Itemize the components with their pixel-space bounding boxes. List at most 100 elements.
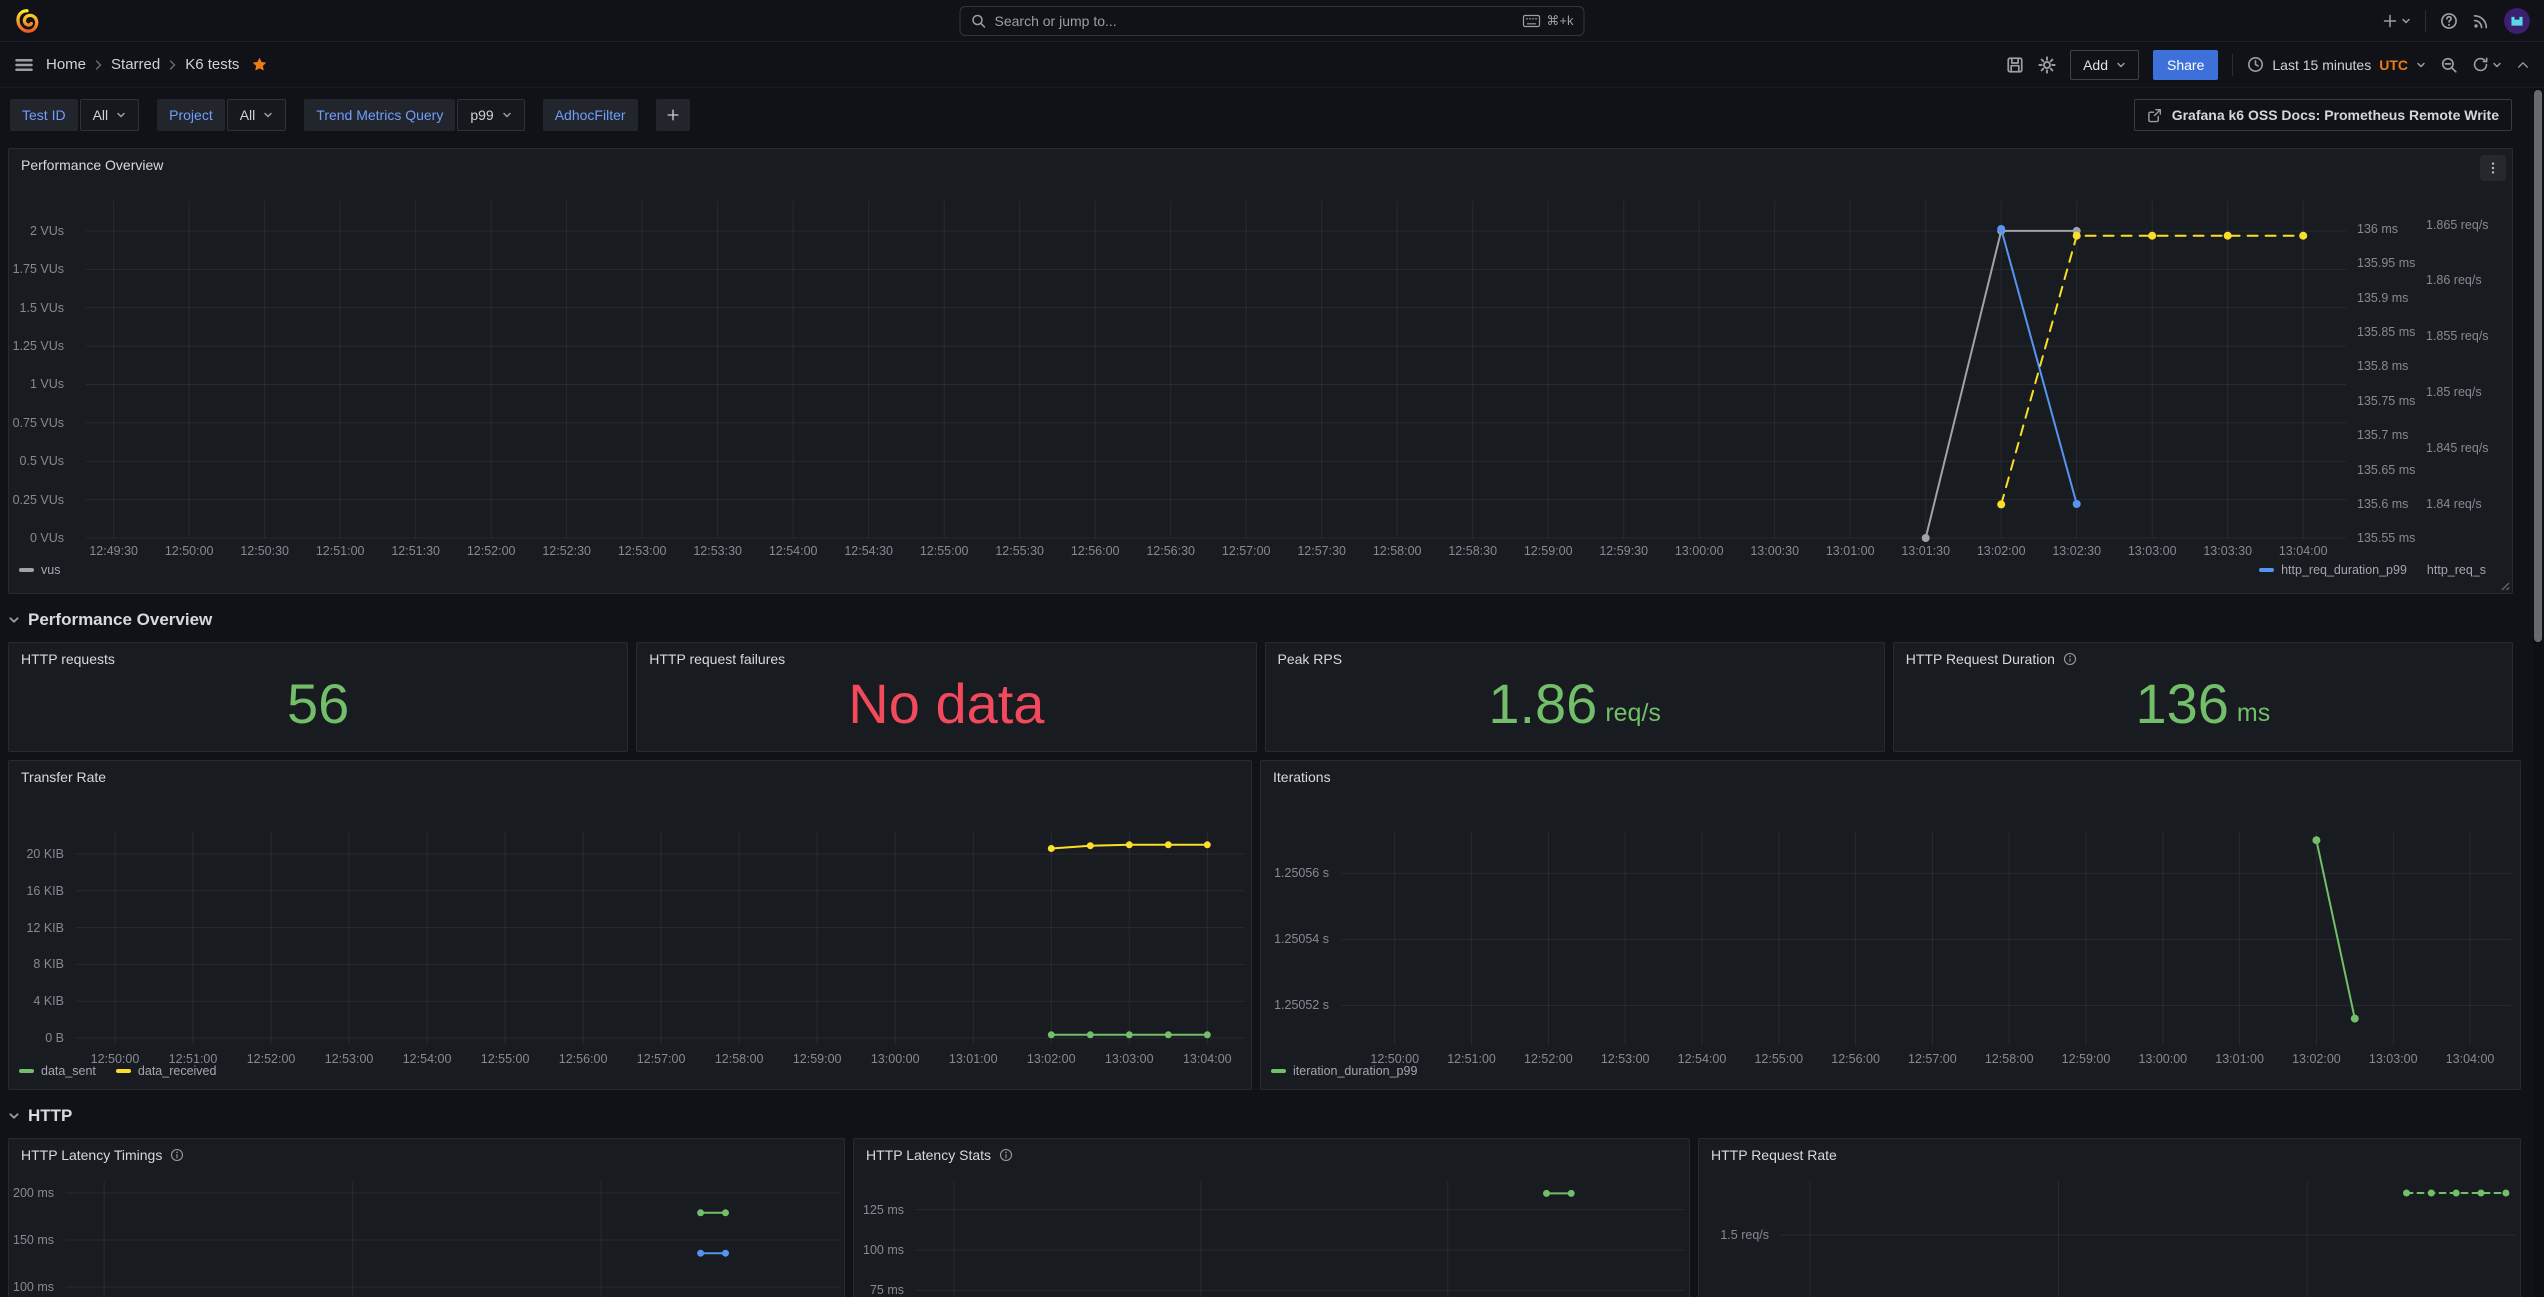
plus-icon [2382, 13, 2398, 29]
dashboard-settings-gear-icon[interactable] [2038, 56, 2056, 74]
panel-title[interactable]: Iterations [1273, 769, 1331, 785]
axis-tick-label: 135.7 ms [2357, 427, 2408, 443]
section-row-http[interactable]: HTTP [8, 1106, 2513, 1126]
collapse-toolbar-icon[interactable] [2516, 58, 2530, 72]
grafana-logo-icon[interactable] [14, 8, 40, 34]
news-icon[interactable] [2472, 12, 2490, 30]
new-menu-button[interactable] [2382, 13, 2411, 29]
filter-group: AdhocFilter [543, 99, 638, 131]
axis-tick-label: 1.5 VUs [20, 300, 64, 316]
breadcrumb-item[interactable]: K6 tests [185, 56, 239, 73]
breadcrumb-separator-icon [94, 59, 103, 71]
axis-tick-label: 135.8 ms [2357, 358, 2408, 374]
plus-icon [666, 108, 680, 122]
panel-title[interactable]: HTTP Latency Stats [866, 1147, 1013, 1163]
axis-tick-label: 12:52:30 [531, 543, 603, 559]
axis-tick-label: 13:03:30 [2192, 543, 2264, 559]
filter-group: ProjectAll [157, 99, 286, 131]
legend-item[interactable]: http_req_duration_p99 [2259, 563, 2407, 577]
favorite-star-icon[interactable] [251, 56, 268, 73]
breadcrumb-item[interactable]: Home [46, 56, 86, 73]
axis-tick-label: 16 KIB [26, 883, 64, 899]
page-scrollbar [2533, 88, 2544, 1297]
panel-title[interactable]: HTTP Latency Timings [21, 1147, 184, 1163]
axis-tick-label: 2 VUs [30, 223, 64, 239]
axis-tick-label: 75 ms [870, 1282, 904, 1297]
time-series-plot[interactable]: 0 VUs0.25 VUs0.5 VUs0.75 VUs1 VUs1.25 VU… [9, 149, 2512, 593]
axis-tick-label: 13:04:00 [2267, 543, 2339, 559]
time-range-picker[interactable]: Last 15 minutes UTC [2247, 56, 2426, 73]
breadcrumb: Home Starred K6 tests [46, 56, 239, 73]
chevron-down-icon [2116, 60, 2126, 70]
save-dashboard-icon[interactable] [2006, 56, 2024, 74]
charts-row: HTTP Latency Timings 200 ms150 ms100 ms … [8, 1138, 2513, 1297]
chart-canvas [9, 761, 1251, 1089]
axis-tick-label: 136 ms [2357, 221, 2398, 237]
chevron-down-icon [8, 614, 20, 626]
axis-tick-label: 12:58:00 [1361, 543, 1433, 559]
stat-value: No data [637, 643, 1255, 751]
legend-swatch [2259, 568, 2274, 572]
chevron-down-icon [2416, 60, 2426, 70]
filter-group: Trend Metrics Queryp99 [304, 99, 524, 131]
filter-value-dropdown[interactable]: p99 [457, 99, 524, 131]
chevron-down-icon [263, 110, 273, 120]
axis-tick-label: 8 KIB [33, 956, 64, 972]
axis-tick-label: 12:54:00 [757, 543, 829, 559]
axis-tick-label: 13:01:30 [1890, 543, 1962, 559]
axis-tick-label: 0.25 VUs [13, 492, 64, 508]
panel-iterations: Iterations 1.25052 s1.25054 s1.25056 s12… [1260, 760, 2521, 1090]
add-filter-button[interactable] [656, 99, 690, 131]
top-nav: Search or jump to... ⌘+k [0, 0, 2544, 42]
scrollbar-thumb[interactable] [2534, 90, 2542, 642]
chevron-down-icon [2401, 16, 2411, 26]
avatar[interactable] [2504, 8, 2530, 34]
filter-label[interactable]: Trend Metrics Query [304, 99, 455, 131]
menu-hamburger-icon[interactable] [14, 55, 34, 75]
panel-title[interactable]: Transfer Rate [21, 769, 106, 785]
kebab-icon [2486, 161, 2500, 175]
axis-tick-label: 12 KIB [26, 920, 64, 936]
refresh-button[interactable] [2472, 56, 2502, 73]
breadcrumb-item[interactable]: Starred [111, 56, 160, 73]
axis-tick-label: 12:59:30 [1588, 543, 1660, 559]
filter-value-dropdown[interactable]: All [80, 99, 140, 131]
docs-link-button[interactable]: Grafana k6 OSS Docs: Prometheus Remote W… [2134, 99, 2512, 131]
stat-value: 1.86req/s [1266, 643, 1884, 751]
dashboard-canvas: Performance Overview 0 VUs0.25 VUs0.5 VU… [0, 142, 2544, 1297]
filter-label[interactable]: Project [157, 99, 225, 131]
panel-http-request-rate: HTTP Request Rate 1.5 req/s [1698, 1138, 2521, 1297]
axis-tick-label: 1.85 req/s [2426, 384, 2482, 400]
legend-item[interactable]: vus [19, 563, 60, 577]
axis-tick-label: 0.5 VUs [20, 453, 64, 469]
filter-label[interactable]: Test ID [10, 99, 78, 131]
chart-legend: vus http_req_duration_p99 http_req_s [19, 563, 2486, 577]
panel-resize-handle[interactable] [2498, 579, 2510, 591]
grafana-dashboard: Search or jump to... ⌘+k [0, 0, 2544, 1297]
help-icon[interactable] [2440, 12, 2458, 30]
filter-value-dropdown[interactable]: All [227, 99, 287, 131]
legend-item[interactable]: data_sent [19, 1064, 96, 1078]
info-icon [999, 1148, 1013, 1162]
panel-title[interactable]: Performance Overview [21, 157, 163, 173]
panel-transfer-rate: Transfer Rate 0 B4 KIB8 KIB12 KIB16 KIB2… [8, 760, 1252, 1090]
add-panel-button[interactable]: Add [2070, 50, 2139, 80]
legend-item[interactable]: iteration_duration_p99 [1271, 1064, 1417, 1078]
panel-http-latency-timings: HTTP Latency Timings 200 ms150 ms100 ms [8, 1138, 845, 1297]
time-series-plot[interactable]: 1.25052 s1.25054 s1.25056 s12:50:0012:51… [1261, 761, 2520, 1089]
axis-tick-label: 135.9 ms [2357, 290, 2408, 306]
time-range-label: Last 15 minutes [2272, 57, 2371, 73]
legend-item[interactable]: http_req_s [2427, 563, 2486, 577]
axis-tick-label: 12:51:00 [304, 543, 376, 559]
section-row-performance-overview[interactable]: Performance Overview [8, 610, 2513, 630]
panel-title[interactable]: HTTP Request Rate [1711, 1147, 1837, 1163]
share-button[interactable]: Share [2153, 50, 2218, 80]
legend-item[interactable]: data_received [116, 1064, 217, 1078]
chart-canvas [9, 149, 2513, 594]
top-nav-actions [2382, 8, 2530, 34]
panel-menu-button[interactable] [2480, 155, 2506, 181]
filter-label[interactable]: AdhocFilter [543, 99, 638, 131]
search-input[interactable]: Search or jump to... ⌘+k [960, 6, 1585, 36]
time-series-plot[interactable]: 0 B4 KIB8 KIB12 KIB16 KIB20 KIB12:50:001… [9, 761, 1251, 1089]
zoom-out-time-icon[interactable] [2440, 56, 2458, 74]
